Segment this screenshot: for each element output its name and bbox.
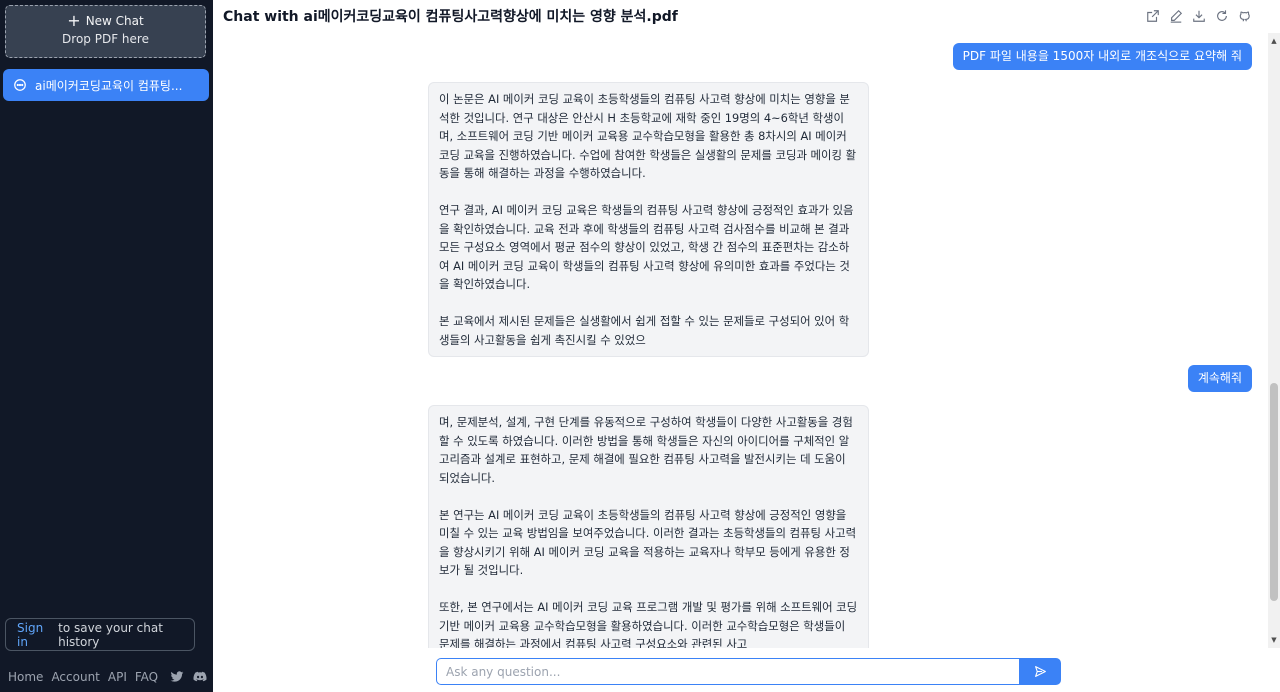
twitter-icon[interactable] — [170, 670, 184, 684]
scrollbar-thumb[interactable] — [1270, 383, 1278, 601]
page-title: Chat with ai메이커코딩교육이 컴퓨팅사고력향상에 미치는 영향 분석… — [223, 9, 678, 25]
scroll-down-arrow-icon[interactable]: ▼ — [1268, 634, 1280, 646]
edit-icon[interactable] — [1169, 9, 1183, 23]
question-form — [436, 658, 1061, 685]
share-icon[interactable] — [1146, 9, 1160, 23]
header: Chat with ai메이커코딩교육이 컴퓨팅사고력향상에 미치는 영향 분석… — [213, 0, 1280, 33]
message-paragraph: 본 연구는 AI 메이커 코딩 교육이 초등학생들의 컴퓨팅 사고력 향상에 긍… — [439, 507, 857, 578]
send-button[interactable] — [1019, 658, 1061, 685]
send-icon — [1034, 665, 1047, 678]
signin-text: to save your chat history — [58, 620, 163, 649]
assistant-message: 이 논문은 AI 메이커 코딩 교육이 초등학생들의 컴퓨팅 사고력 향상에 미… — [428, 82, 869, 357]
message-paragraph: 연구 결과, AI 메이커 코딩 교육은 학생들의 컴퓨팅 사고력 향상에 긍정… — [439, 203, 854, 291]
chat-history-item-label: ai메이커코딩교육이 컴퓨팅... — [35, 78, 183, 93]
github-icon[interactable] — [1238, 9, 1252, 23]
chat-history-item[interactable]: ai메이커코딩교육이 컴퓨팅... — [3, 69, 209, 101]
footer-link-home[interactable]: Home — [8, 670, 43, 684]
user-message: 계속해줘 — [1187, 365, 1252, 392]
drop-pdf-label: Drop PDF here — [62, 32, 149, 46]
new-chat-label: New Chat — [85, 14, 144, 28]
toolbar — [1146, 9, 1252, 23]
chat-scrollbar[interactable]: ▲ ▼ — [1268, 33, 1280, 648]
refresh-icon[interactable] — [1215, 9, 1229, 23]
chat-area: PDF 파일 내용을 1500자 내외로 개조식으로 요약해 줘 이 논문은 A… — [213, 33, 1267, 648]
download-icon[interactable] — [1192, 9, 1206, 23]
discord-icon[interactable] — [193, 670, 207, 684]
footer-link-faq[interactable]: FAQ — [135, 670, 158, 684]
message-paragraph: 며, 문제분석, 설계, 구현 단계를 유동적으로 구성하여 학생들이 다양한 … — [439, 415, 853, 485]
message-paragraph: 본 교육에서 제시된 문제들은 실생활에서 쉽게 접할 수 있는 문제들로 구성… — [439, 314, 850, 347]
scroll-up-arrow-icon[interactable]: ▲ — [1268, 35, 1280, 47]
footer-links: Home Account API FAQ — [8, 670, 158, 684]
message-paragraph: 이 논문은 AI 메이커 코딩 교육이 초등학생들의 컴퓨팅 사고력 향상에 미… — [439, 92, 857, 180]
question-input[interactable] — [436, 658, 1019, 685]
plus-icon: + — [67, 11, 81, 30]
sidebar: + New Chat Drop PDF here ai메이커코딩교육이 컴퓨팅.… — [0, 0, 213, 692]
signin-prompt: Sign in to save your chat history — [5, 618, 195, 651]
new-chat-button[interactable]: + New Chat Drop PDF here — [5, 5, 206, 58]
user-message: PDF 파일 내용을 1500자 내외로 개조식으로 요약해 줘 — [952, 43, 1252, 70]
assistant-message: 며, 문제분석, 설계, 구현 단계를 유동적으로 구성하여 학생들이 다양한 … — [428, 405, 869, 648]
message-paragraph: 또한, 본 연구에서는 AI 메이커 코딩 교육 프로그램 개발 및 평가를 위… — [439, 600, 858, 648]
signin-link[interactable]: Sign in — [17, 621, 54, 649]
chat-bubble-icon — [13, 78, 27, 92]
footer-link-account[interactable]: Account — [51, 670, 99, 684]
social-links — [170, 670, 207, 684]
footer-link-api[interactable]: API — [108, 670, 127, 684]
